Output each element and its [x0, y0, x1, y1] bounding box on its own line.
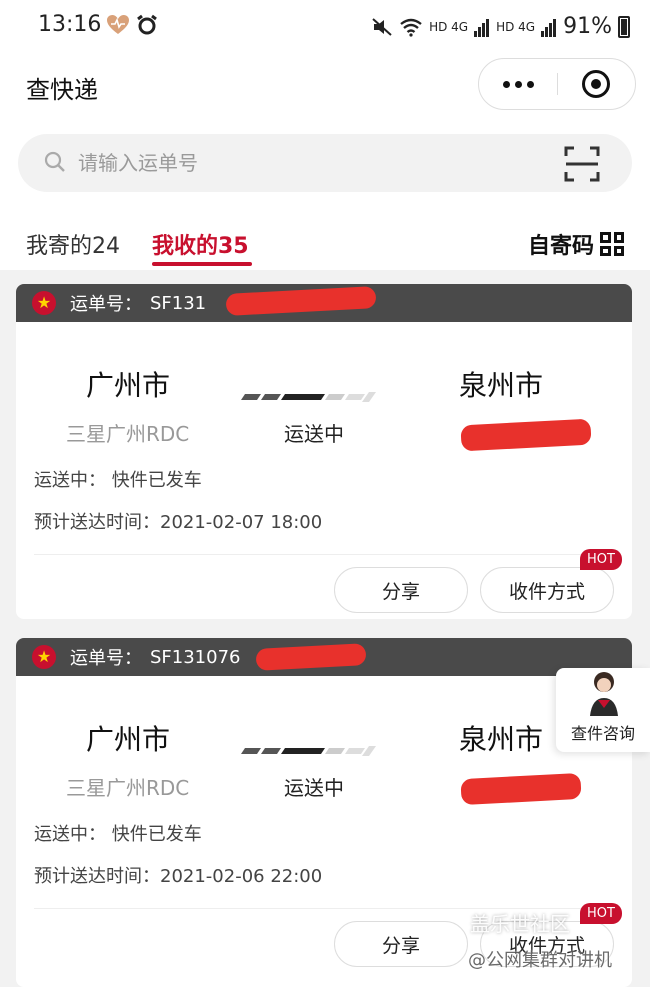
more-icon[interactable]: [479, 59, 557, 109]
transit-status: 运送中: [284, 776, 344, 800]
redaction-mark: [460, 418, 592, 452]
active-tab-indicator: [152, 262, 252, 266]
waybill-label: 运单号：: [70, 294, 142, 315]
transit-progress-icon: [241, 746, 376, 756]
delivery-method-button[interactable]: 收件方式: [480, 567, 614, 613]
origin-hub: 三星广州RDC: [66, 422, 190, 446]
shipment-info: 运送中： 快件已发车 预计送达时间：2021-02-07 18:00: [16, 460, 632, 544]
redaction-mark: [460, 772, 582, 806]
waybill-number: SF131076: [150, 646, 241, 668]
estimated-delivery: 预计送达时间：2021-02-07 18:00: [34, 512, 323, 533]
wifi-icon: [400, 18, 422, 37]
system-status: HD 4G HD 4G 91%: [371, 14, 630, 39]
search-area: [0, 116, 650, 212]
route-section: 广州市 三星广州RDC 运送中 泉州市: [16, 676, 632, 814]
consult-button[interactable]: 查件咨询: [556, 668, 650, 752]
destination-city: 泉州市: [459, 369, 544, 402]
hot-badge: HOT: [580, 549, 622, 570]
share-button[interactable]: 分享: [334, 921, 468, 967]
watermark-title: 盖乐世社区: [470, 912, 570, 936]
card-actions: 分享 收件方式 HOT: [16, 549, 632, 619]
mute-icon: [372, 17, 392, 36]
heart-icon: [107, 15, 129, 34]
consult-label: 查件咨询: [570, 724, 635, 743]
support-agent-icon: [590, 672, 618, 716]
signal-2-label: HD 4G: [496, 19, 536, 34]
origin-city: 广州市: [86, 369, 171, 402]
signal-2-icon: [541, 18, 557, 37]
estimated-delivery: 预计送达时间：2021-02-06 22:00: [34, 866, 323, 887]
search-icon: [44, 151, 65, 172]
shipment-card[interactable]: ★ 运单号： SF131 广州市 三星广州RDC 运送中 泉州市 运送中： 快件…: [16, 284, 632, 619]
alarm-icon: [137, 14, 157, 35]
status-bar: 13:16 HD 4G HD 4G 91%: [0, 0, 650, 54]
close-icon[interactable]: [558, 59, 635, 109]
search-bar[interactable]: [18, 134, 632, 192]
destination-city: 泉州市: [459, 723, 544, 756]
self-send-code-button[interactable]: 自寄码: [528, 228, 624, 260]
transit-progress-icon: [241, 392, 376, 402]
transit-status: 运送中: [284, 422, 344, 446]
signal-1-label: HD 4G: [429, 19, 469, 34]
shipment-info: 运送中： 快件已发车 预计送达时间：2021-02-06 22:00: [16, 814, 632, 898]
status-time: 13:16: [38, 12, 102, 37]
origin-city: 广州市: [86, 723, 171, 756]
sf-badge-icon: ★: [32, 645, 56, 669]
qr-code-icon: [600, 232, 624, 256]
latest-update: 运送中： 快件已发车: [34, 824, 202, 845]
watermark-handle: @公网集群对讲机: [468, 950, 612, 971]
page-title: 查快递: [26, 76, 98, 104]
mini-program-capsule: [478, 58, 636, 110]
battery-icon: [618, 15, 630, 38]
share-button[interactable]: 分享: [334, 567, 468, 613]
tab-received[interactable]: 我收的35: [152, 228, 249, 260]
search-input[interactable]: [78, 144, 538, 182]
self-send-code-label: 自寄码: [527, 234, 594, 259]
waybill-number: SF131: [150, 292, 207, 314]
battery-percent: 91%: [563, 14, 612, 39]
sf-badge-icon: ★: [32, 291, 56, 315]
route-section: 广州市 三星广州RDC 运送中 泉州市: [16, 322, 632, 460]
waybill-label: 运单号：: [70, 648, 142, 669]
hot-badge: HOT: [580, 903, 622, 924]
signal-1-icon: [474, 18, 490, 37]
scan-icon[interactable]: [564, 146, 600, 182]
tab-bar: 我寄的24 我收的35 自寄码: [0, 212, 650, 270]
latest-update: 运送中： 快件已发车: [34, 470, 202, 491]
origin-hub: 三星广州RDC: [66, 776, 190, 800]
tab-sent[interactable]: 我寄的24: [26, 228, 120, 260]
